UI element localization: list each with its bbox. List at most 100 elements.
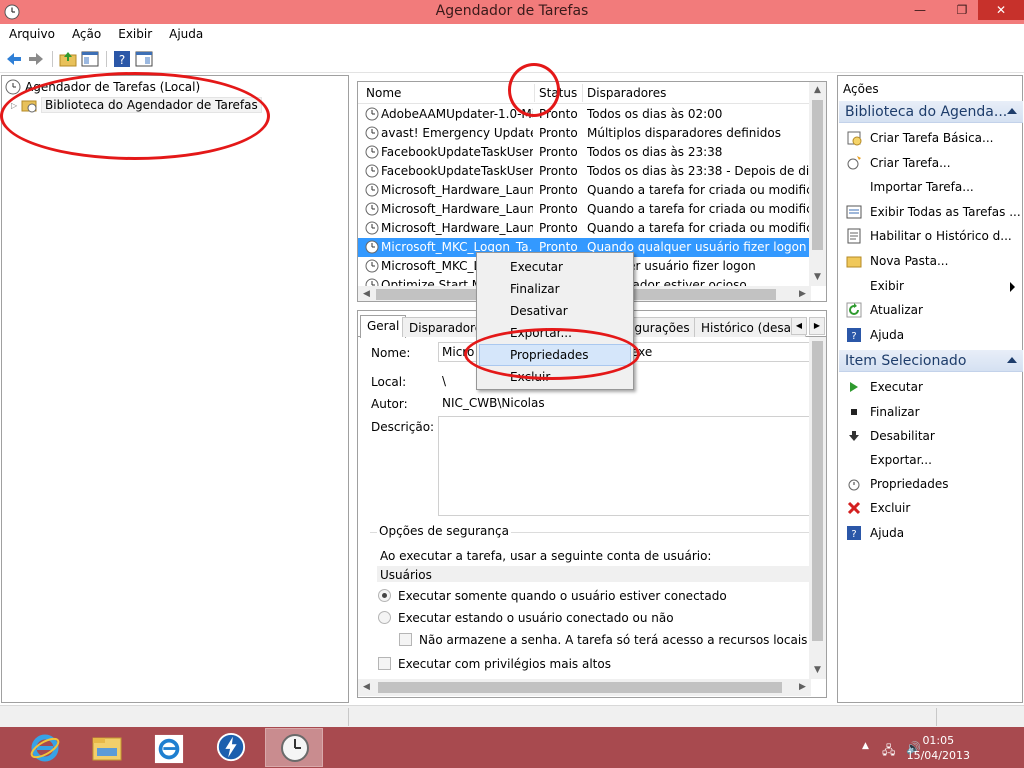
help-icon[interactable]: ? <box>112 49 132 69</box>
column-header-triggers[interactable]: Disparadores <box>587 86 666 100</box>
option-do-not-store-password[interactable]: Não armazene a senha. A tarefa só terá a… <box>419 633 807 647</box>
description-field[interactable] <box>438 416 810 516</box>
action-item[interactable]: Criar Tarefa Básica... <box>839 126 1023 150</box>
actions-section-header[interactable]: Biblioteca do Agenda... <box>839 101 1023 123</box>
scroll-thumb[interactable] <box>812 341 823 641</box>
task-clock-icon <box>365 126 379 140</box>
actions-section-header[interactable]: Item Selecionado <box>839 350 1023 373</box>
minimize-button[interactable]: — <box>906 0 934 20</box>
details-vertical-scrollbar[interactable]: ▼ <box>809 337 826 679</box>
tab-geral[interactable]: Geral <box>360 315 407 338</box>
action-item[interactable]: Criar Tarefa... <box>839 151 1023 175</box>
menu-acao[interactable]: Ação <box>63 24 109 41</box>
column-header-status[interactable]: Status <box>539 86 577 100</box>
task-status: Pronto <box>539 107 578 121</box>
details-horizontal-scrollbar[interactable]: ◀ ▶ <box>358 679 811 696</box>
clock-icon <box>281 734 309 762</box>
close-button[interactable]: ✕ <box>978 0 1024 20</box>
context-menu-item-desativar[interactable]: Desativar <box>479 300 631 322</box>
context-menu-item-executar[interactable]: Executar <box>479 256 631 278</box>
collapse-arrow-icon[interactable] <box>1007 357 1017 364</box>
status-bar <box>0 705 1024 727</box>
scroll-thumb[interactable] <box>812 100 823 250</box>
show-hide-tree-icon[interactable] <box>80 49 100 69</box>
action-item[interactable]: Importar Tarefa... <box>839 175 1023 199</box>
option-run-whether-logged-on[interactable]: Executar estando o usuário conectado ou … <box>398 611 674 625</box>
tree-item-library[interactable]: ▷ Biblioteca do Agendador de Tarefas <box>11 97 262 113</box>
scroll-up-arrow-icon[interactable]: ▲ <box>809 82 826 99</box>
scroll-left-arrow-icon[interactable]: ◀ <box>358 286 375 301</box>
tray-expand-arrow-icon[interactable]: ▲ <box>862 741 869 751</box>
action-item[interactable]: Finalizar <box>839 400 1023 424</box>
tab-scroll-right-icon[interactable]: ▶ <box>809 317 825 335</box>
window-title: Agendador de Tarefas <box>435 3 589 19</box>
taskbar-avast[interactable] <box>202 728 260 767</box>
radio-run-only-logged-on[interactable] <box>378 589 391 602</box>
action-item[interactable]: Propriedades <box>839 472 1023 496</box>
action-item[interactable]: Exportar... <box>839 448 1023 472</box>
menu-exibir[interactable]: Exibir <box>109 24 160 41</box>
tab-historico[interactable]: Histórico (desab <box>694 317 806 337</box>
network-icon[interactable]: 🖧 <box>882 741 895 762</box>
actions-pane: Ações Biblioteca do Agenda... Criar Taref… <box>837 75 1023 703</box>
tray-clock[interactable]: 01:05 15/04/2013 <box>907 733 970 763</box>
up-folder-icon[interactable] <box>58 49 78 69</box>
back-arrow-icon[interactable] <box>4 49 24 69</box>
task-trigger: Quando a tarefa for criada ou modificada <box>587 183 811 197</box>
taskbar-file-explorer[interactable] <box>78 728 136 767</box>
taskbar-internet-explorer-desktop[interactable] <box>140 728 198 767</box>
context-menu-item-excluir[interactable]: Excluir <box>479 366 631 388</box>
scroll-down-arrow-icon[interactable]: ▼ <box>809 269 826 286</box>
column-header-name[interactable]: Nome <box>366 86 401 100</box>
table-row[interactable]: FacebookUpdateTaskUser... Pronto Todos os … <box>358 143 811 162</box>
tab-scroll-left-icon[interactable]: ◀ <box>791 317 807 335</box>
folder-clock-icon <box>21 100 37 113</box>
forward-arrow-icon[interactable] <box>26 49 46 69</box>
context-menu-item-exportar[interactable]: Exportar... <box>479 322 631 344</box>
action-item[interactable]: Exibir Todas as Tarefas ... <box>839 200 1023 224</box>
option-run-only-logged-on[interactable]: Executar somente quando o usuário estive… <box>398 589 727 603</box>
menu-ajuda[interactable]: Ajuda <box>160 24 211 41</box>
checkbox-highest-privileges[interactable] <box>378 657 391 670</box>
task-list-vertical-scrollbar[interactable]: ▲ ▼ <box>809 82 826 286</box>
checkbox-do-not-store-password[interactable] <box>399 633 412 646</box>
show-hide-action-pane-icon[interactable] <box>134 49 154 69</box>
table-row[interactable]: Microsoft_Hardware_Laun... Pronto Quando a… <box>358 181 811 200</box>
scroll-down-arrow-icon[interactable]: ▼ <box>809 662 826 679</box>
action-item[interactable]: Atualizar <box>839 298 1023 322</box>
scroll-left-arrow-icon[interactable]: ◀ <box>358 679 375 696</box>
option-highest-privileges[interactable]: Executar com privilégios mais altos <box>398 657 611 671</box>
radio-run-whether-logged-on[interactable] <box>378 611 391 624</box>
context-menu-item-finalizar[interactable]: Finalizar <box>479 278 631 300</box>
table-row[interactable]: avast! Emergency Update Pronto Múltiplos d… <box>358 124 811 143</box>
table-row[interactable]: Microsoft_Hardware_Laun... Pronto Quando a… <box>358 200 811 219</box>
action-item[interactable]: Nova Pasta... <box>839 249 1023 273</box>
table-row[interactable]: Microsoft_Hardware_Laun... Pronto Quando a… <box>358 219 811 238</box>
action-item[interactable]: Exibir <box>839 274 1023 298</box>
actions-section-title: Item Selecionado <box>845 353 967 370</box>
action-item[interactable]: Desabilitar <box>839 424 1023 448</box>
action-item[interactable]: Habilitar o Histórico d... <box>839 224 1023 248</box>
action-item[interactable]: Executar <box>839 375 1023 399</box>
lightning-bolt-icon <box>216 732 246 762</box>
menu-arquivo[interactable]: Arquivo <box>0 24 63 41</box>
context-menu-item-propriedades[interactable]: Propriedades <box>479 344 631 366</box>
name-value-end: exe <box>631 345 653 359</box>
taskbar-task-scheduler[interactable] <box>265 728 323 767</box>
action-item[interactable]: ? Ajuda <box>839 521 1023 545</box>
user-account-value: Usuários <box>377 566 810 582</box>
collapse-arrow-icon[interactable] <box>1007 108 1017 114</box>
scroll-thumb[interactable] <box>378 682 782 693</box>
expand-arrow-icon[interactable]: ▷ <box>11 101 21 110</box>
task-status: Pronto <box>539 183 578 197</box>
table-row[interactable]: AdobeAAMUpdater-1.0-Mi... Pronto Todos os … <box>358 105 811 124</box>
taskbar-internet-explorer[interactable] <box>16 728 74 767</box>
scroll-right-arrow-icon[interactable]: ▶ <box>794 286 811 301</box>
table-row[interactable]: FacebookUpdateTaskUser... Pronto Todos os … <box>358 162 811 181</box>
action-label: Exibir Todas as Tarefas ... <box>870 204 1021 219</box>
scroll-right-arrow-icon[interactable]: ▶ <box>794 679 811 696</box>
action-item[interactable]: ? Ajuda <box>839 323 1023 347</box>
maximize-button[interactable]: ❐ <box>948 0 976 20</box>
tree-root-item[interactable]: Agendador de Tarefas (Local) <box>5 79 200 95</box>
action-item[interactable]: Excluir <box>839 496 1023 520</box>
